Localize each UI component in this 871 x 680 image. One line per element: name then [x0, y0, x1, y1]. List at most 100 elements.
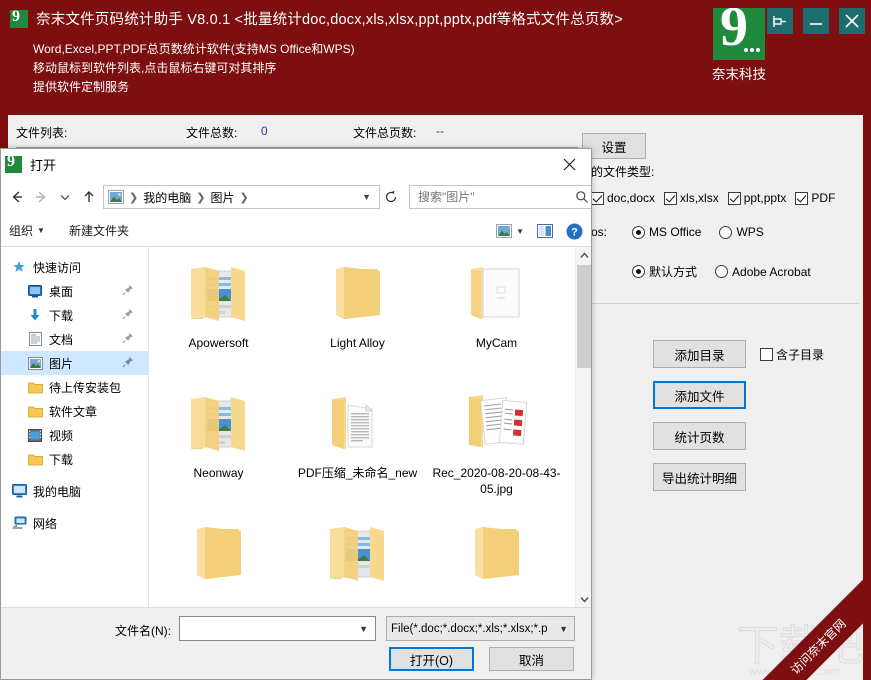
close-button[interactable]: [839, 8, 865, 34]
filetype-checkbox-pdf[interactable]: PDF: [795, 191, 835, 205]
view-icon: [496, 224, 513, 238]
nav-item-downloads-folder[interactable]: 下载: [1, 447, 148, 471]
open-file-dialog: 打开: [0, 148, 592, 680]
export-details-button[interactable]: 导出统计明细: [653, 463, 746, 491]
breadcrumb-dropdown-icon[interactable]: ▼: [356, 192, 377, 202]
add-directory-button[interactable]: 添加目录: [653, 340, 746, 368]
office-engine-label: os:: [591, 225, 608, 239]
refresh-button[interactable]: [380, 185, 402, 209]
pin-button[interactable]: [767, 8, 793, 34]
radio-wps[interactable]: WPS: [719, 225, 764, 239]
computer-icon: [11, 483, 27, 499]
filetype-checkbox-ppt[interactable]: ppt,pptx: [727, 191, 786, 205]
filename-input[interactable]: ▼: [179, 616, 376, 641]
pin-icon[interactable]: [122, 308, 134, 320]
view-mode-button[interactable]: ▼: [496, 224, 524, 238]
preview-pane-button[interactable]: [537, 224, 553, 238]
breadcrumb-item-pictures[interactable]: 图片: [210, 189, 234, 206]
open-button[interactable]: 打开(O): [389, 647, 474, 671]
company-logo: 9 奈末科技: [708, 8, 770, 83]
search-input[interactable]: [409, 185, 591, 209]
arrow-right-icon: [36, 191, 46, 203]
nav-item-pictures[interactable]: 图片: [1, 351, 148, 375]
add-file-button[interactable]: 添加文件: [653, 381, 746, 409]
organize-label: 组织: [9, 224, 34, 238]
subdir-checkbox-wrap[interactable]: 含子目录: [760, 346, 824, 363]
file-filter-value: File(*.doc;*.docx;*.xls;*.xlsx;*.p: [391, 622, 548, 635]
navigation-pane: 快速访问 桌面 下载 文档 图片 待上传安装包 软件文章 视频 下载 我的电脑 …: [1, 247, 149, 607]
scrollbar-thumb[interactable]: [577, 265, 591, 368]
dialog-title-bar: 打开: [1, 149, 591, 179]
organize-menu[interactable]: 组织 ▼: [9, 222, 45, 239]
arrow-left-icon: [12, 191, 22, 203]
pdf-engine-row: 默认方式 Adobe Acrobat: [591, 263, 829, 280]
nav-label: 网络: [33, 516, 58, 531]
help-button[interactable]: ?: [566, 223, 583, 240]
nav-item-documents[interactable]: 文档: [1, 327, 148, 351]
filetype-checkbox-doc[interactable]: doc,docx: [591, 191, 655, 205]
nav-item-my-computer[interactable]: 我的电脑: [1, 479, 148, 503]
nav-item-upload-packages[interactable]: 待上传安装包: [1, 375, 148, 399]
file-label: MyCam: [475, 336, 518, 350]
action-buttons: 添加目录 添加文件 统计页数 导出统计明细: [653, 340, 746, 504]
folder-empty-icon: [474, 527, 519, 579]
radio-adobe-acrobat[interactable]: Adobe Acrobat: [715, 265, 811, 279]
app-header: 奈末文件页码统计助手 V8.0.1 <批量统计doc,docx,xls,xlsx…: [0, 0, 871, 115]
pin-icon[interactable]: [122, 332, 134, 344]
checkbox-box-icon: [664, 191, 678, 205]
up-button[interactable]: [77, 185, 101, 209]
folder-pages-icon: [468, 395, 527, 447]
file-item-row3-1[interactable]: [149, 511, 288, 607]
nav-label: 快速访问: [33, 260, 82, 275]
include-subdirs-checkbox[interactable]: 含子目录: [760, 346, 824, 364]
file-label: PDF压缩_未命名_new: [297, 466, 418, 480]
file-item-mycam[interactable]: MyCam: [427, 251, 566, 381]
nav-label: 待上传安装包: [49, 380, 122, 395]
radio-dot-icon: [632, 265, 645, 278]
new-folder-button[interactable]: 新建文件夹: [69, 222, 129, 239]
nav-item-quick-access[interactable]: 快速访问: [1, 255, 148, 279]
logo-dots-icon: [744, 48, 760, 52]
count-pages-button[interactable]: 统计页数: [653, 422, 746, 450]
scroll-down-button[interactable]: [576, 591, 591, 607]
pin-icon[interactable]: [122, 356, 134, 368]
radio-ms-office[interactable]: MS Office: [632, 225, 701, 239]
cancel-button[interactable]: 取消: [489, 647, 574, 671]
nav-label: 视频: [49, 428, 74, 443]
file-item-pdf-compress[interactable]: PDF压缩_未命名_new: [288, 381, 427, 511]
recent-locations-button[interactable]: [53, 185, 77, 209]
file-item-rec-jpg[interactable]: Rec_2020-08-20-08-43-05.jpg: [427, 381, 566, 511]
nav-item-downloads[interactable]: 下载: [1, 303, 148, 327]
back-button[interactable]: [5, 185, 29, 209]
nav-item-desktop[interactable]: 桌面: [1, 279, 148, 303]
file-item-light-alloy[interactable]: Light Alloy: [288, 251, 427, 381]
radio-default-mode[interactable]: 默认方式: [632, 263, 697, 280]
dialog-close-button[interactable]: [547, 149, 591, 179]
preview-pane-icon: [537, 224, 553, 238]
file-item-apowersoft[interactable]: Apowersoft: [149, 251, 288, 381]
filetype-label-xls: xls,xlsx: [680, 191, 719, 205]
company-logo-icon: 9: [713, 8, 765, 60]
folder-icon: [27, 379, 43, 395]
file-item-row3-2[interactable]: [288, 511, 427, 607]
folder-photos-icon: [190, 267, 245, 321]
forward-button[interactable]: [29, 185, 53, 209]
filetype-checkbox-xls[interactable]: xls,xlsx: [664, 191, 719, 205]
nav-item-network[interactable]: 网络: [1, 511, 148, 535]
scroll-up-button[interactable]: [576, 247, 591, 263]
chevron-down-icon[interactable]: ▼: [352, 624, 375, 634]
file-item-neonway[interactable]: Neonway: [149, 381, 288, 511]
file-item-row3-3[interactable]: [427, 511, 566, 607]
file-pane-scrollbar[interactable]: [575, 247, 591, 607]
pin-icon[interactable]: [122, 284, 134, 296]
search-field[interactable]: [416, 189, 575, 205]
minimize-button[interactable]: [803, 8, 829, 34]
breadcrumb-item-computer[interactable]: 我的电脑: [143, 189, 191, 206]
radio-label-adobe-acrobat: Adobe Acrobat: [732, 264, 811, 279]
breadcrumb[interactable]: ❯ 我的电脑 ❯ 图片 ❯ ▼: [103, 185, 380, 209]
file-browser-pane[interactable]: Apowersoft Light Alloy MyCam Neonway PDF…: [149, 247, 591, 607]
file-filter-dropdown[interactable]: File(*.doc;*.docx;*.xls;*.xlsx;*.p ▼: [386, 616, 575, 641]
nav-item-software-articles[interactable]: 软件文章: [1, 399, 148, 423]
nav-item-videos[interactable]: 视频: [1, 423, 148, 447]
filename-field[interactable]: [180, 620, 353, 637]
